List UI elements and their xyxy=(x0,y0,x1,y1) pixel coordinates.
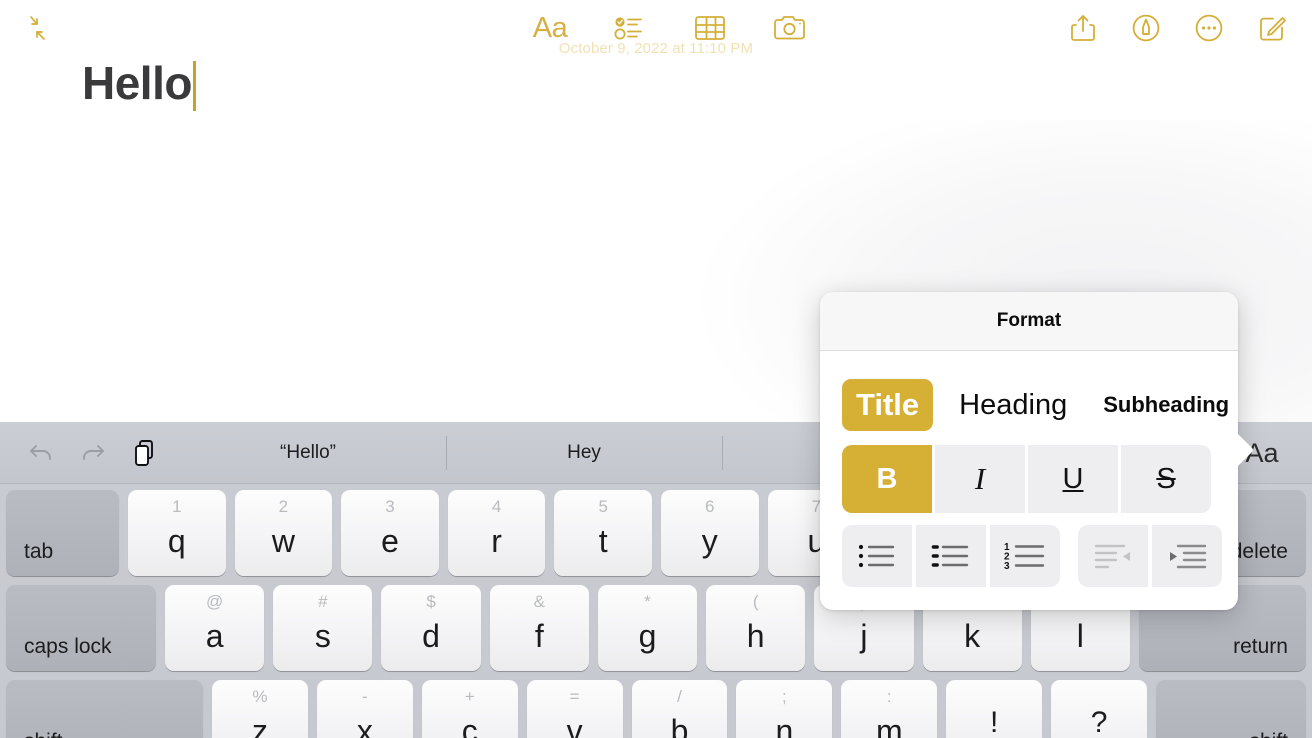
key-s[interactable]: # s xyxy=(273,585,373,671)
key-n[interactable]: ; n xyxy=(736,680,833,738)
note-title-row[interactable]: Hello xyxy=(82,58,196,111)
prediction-1[interactable]: Hey xyxy=(446,422,722,484)
italic-button[interactable]: I xyxy=(935,445,1025,513)
keyboard-bar-left-tools xyxy=(0,438,160,468)
paragraph-style-row: Title Heading Subheading Body xyxy=(820,351,1238,441)
bold-button[interactable]: B xyxy=(842,445,932,513)
key-f[interactable]: & f xyxy=(489,585,589,671)
key-x[interactable]: -x xyxy=(316,680,413,738)
note-date: October 9, 2022 at 11:10 PM xyxy=(558,40,754,57)
list-and-indent-row: 1 2 3 xyxy=(820,525,1238,587)
key-a[interactable]: @ a xyxy=(165,585,265,671)
note-title: Hello xyxy=(82,57,192,109)
list-style-group: 1 2 3 xyxy=(842,525,1060,587)
key-g[interactable]: * g xyxy=(597,585,698,671)
key-question[interactable]: ? xyxy=(1051,680,1148,738)
key-t[interactable]: 5t xyxy=(554,490,652,576)
key-shift-left[interactable]: shift xyxy=(6,680,203,738)
paste-icon[interactable] xyxy=(130,438,160,468)
indent-icon[interactable] xyxy=(1152,525,1222,587)
style-subheading[interactable]: Subheading xyxy=(1089,384,1238,426)
prediction-0[interactable]: “Hello” xyxy=(170,422,446,484)
outdent-icon[interactable] xyxy=(1078,525,1148,587)
key-r[interactable]: 4r xyxy=(447,490,546,576)
key-tab[interactable]: tab xyxy=(6,490,119,576)
numbered-list-icon[interactable]: 1 2 3 xyxy=(990,525,1060,587)
key-e[interactable]: 3e xyxy=(341,490,439,576)
key-z[interactable]: % z xyxy=(212,680,308,738)
emphasis-row: B I U S xyxy=(820,445,1238,513)
key-shift-right[interactable]: shift xyxy=(1156,680,1307,738)
key-caps-lock[interactable]: caps lock xyxy=(6,585,156,671)
bulleted-list-icon[interactable] xyxy=(842,525,912,587)
key-v[interactable]: = v xyxy=(526,680,623,738)
text-caret xyxy=(192,61,196,111)
popover-arrow-icon xyxy=(1232,428,1253,472)
underline-button[interactable]: U xyxy=(1028,445,1118,513)
format-aa-label: Aa xyxy=(532,11,568,44)
keyboard-row-3: shift %z -x +c =v /b ;n :m ! ? shift xyxy=(6,680,1307,738)
undo-icon[interactable] xyxy=(26,438,56,468)
style-heading[interactable]: Heading xyxy=(945,381,1081,430)
format-popover-title: Format xyxy=(820,292,1238,351)
style-title[interactable]: Title xyxy=(842,379,934,431)
strikethrough-button[interactable]: S xyxy=(1121,445,1211,513)
format-popover: Format Title Heading Subheading Body B I… xyxy=(820,292,1238,610)
key-y[interactable]: 6y xyxy=(660,490,759,576)
key-c[interactable]: + c xyxy=(421,680,518,738)
notes-app-window: Aa October 9, 2022 at 11:10 PM Hello “He… xyxy=(0,0,1312,738)
indent-group xyxy=(1078,525,1222,587)
key-q[interactable]: 1q xyxy=(128,490,226,576)
key-exclamation[interactable]: ! xyxy=(946,680,1043,738)
svg-text:3: 3 xyxy=(1004,561,1010,572)
key-w[interactable]: 2w xyxy=(234,490,333,576)
redo-icon[interactable] xyxy=(78,438,108,468)
key-h[interactable]: (h xyxy=(706,585,806,671)
key-m[interactable]: :m xyxy=(841,680,938,738)
dashed-list-icon[interactable] xyxy=(916,525,986,587)
key-d[interactable]: $ d xyxy=(381,585,481,671)
key-b[interactable]: / b xyxy=(631,680,728,738)
